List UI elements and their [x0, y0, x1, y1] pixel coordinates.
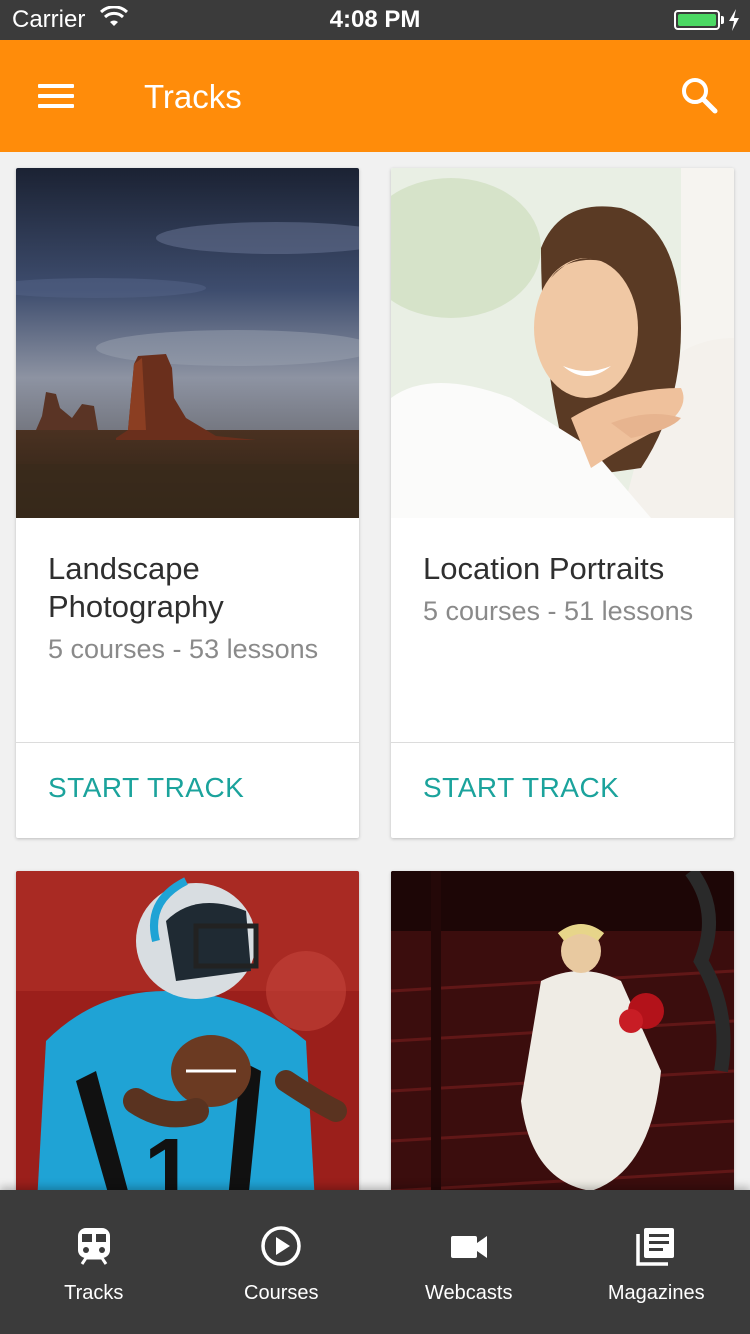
tab-tracks[interactable]: Tracks — [0, 1190, 188, 1334]
start-track-button[interactable]: START TRACK — [48, 772, 244, 804]
track-card[interactable]: Landscape Photography 5 courses - 53 les… — [16, 168, 359, 838]
charging-bolt-icon — [729, 9, 739, 31]
tab-magazines[interactable]: Magazines — [563, 1190, 750, 1334]
track-meta: 5 courses - 53 lessons — [48, 634, 319, 664]
hamburger-menu-icon — [38, 84, 74, 88]
bride-staircase-image — [391, 871, 734, 1190]
track-card[interactable] — [391, 871, 734, 1190]
menu-button[interactable] — [28, 72, 84, 120]
track-image[interactable] — [16, 168, 359, 518]
track-image[interactable] — [391, 168, 734, 518]
tab-bar: Tracks Courses Webcasts Magazines — [0, 1190, 750, 1334]
battery-icon — [674, 10, 720, 30]
library-books-icon — [636, 1228, 675, 1266]
tab-label: Courses — [244, 1282, 319, 1304]
track-meta: 5 courses - 51 lessons — [423, 596, 694, 626]
battery-tip — [721, 16, 724, 24]
track-title: Location Portraits — [423, 551, 665, 586]
track-image[interactable] — [391, 871, 734, 1190]
video-camera-icon — [450, 1236, 487, 1258]
divider — [391, 742, 734, 743]
portrait-woman-image — [391, 168, 734, 518]
status-bar: Carrier 4:08 PM — [0, 0, 750, 40]
hamburger-menu-icon — [38, 104, 74, 108]
tab-webcasts[interactable]: Webcasts — [375, 1190, 563, 1334]
track-image[interactable]: 1 — [16, 871, 359, 1190]
search-icon[interactable] — [672, 68, 728, 124]
track-title: Landscape Photography — [48, 551, 224, 624]
status-time: 4:08 PM — [329, 6, 421, 33]
tracks-list[interactable]: Landscape Photography 5 courses - 53 les… — [0, 152, 750, 1190]
page-title: Tracks — [144, 78, 242, 115]
track-card[interactable]: 1 — [16, 871, 359, 1190]
start-track-button[interactable]: START TRACK — [423, 772, 619, 804]
track-card[interactable]: Location Portraits 5 courses - 51 lesson… — [391, 168, 734, 838]
play-circle-icon — [261, 1226, 301, 1266]
tab-courses[interactable]: Courses — [188, 1190, 376, 1334]
desert-butte-image — [16, 168, 359, 518]
football-player-image: 1 — [16, 871, 359, 1190]
train-icon — [77, 1228, 110, 1265]
svg-text:1: 1 — [144, 1121, 194, 1190]
tab-label: Webcasts — [425, 1282, 513, 1304]
battery-fill — [678, 14, 716, 26]
hamburger-menu-icon — [38, 94, 74, 98]
tab-label: Magazines — [607, 1282, 705, 1304]
divider — [16, 742, 359, 743]
app-bar: Tracks — [0, 40, 750, 152]
tab-label: Tracks — [64, 1282, 124, 1304]
